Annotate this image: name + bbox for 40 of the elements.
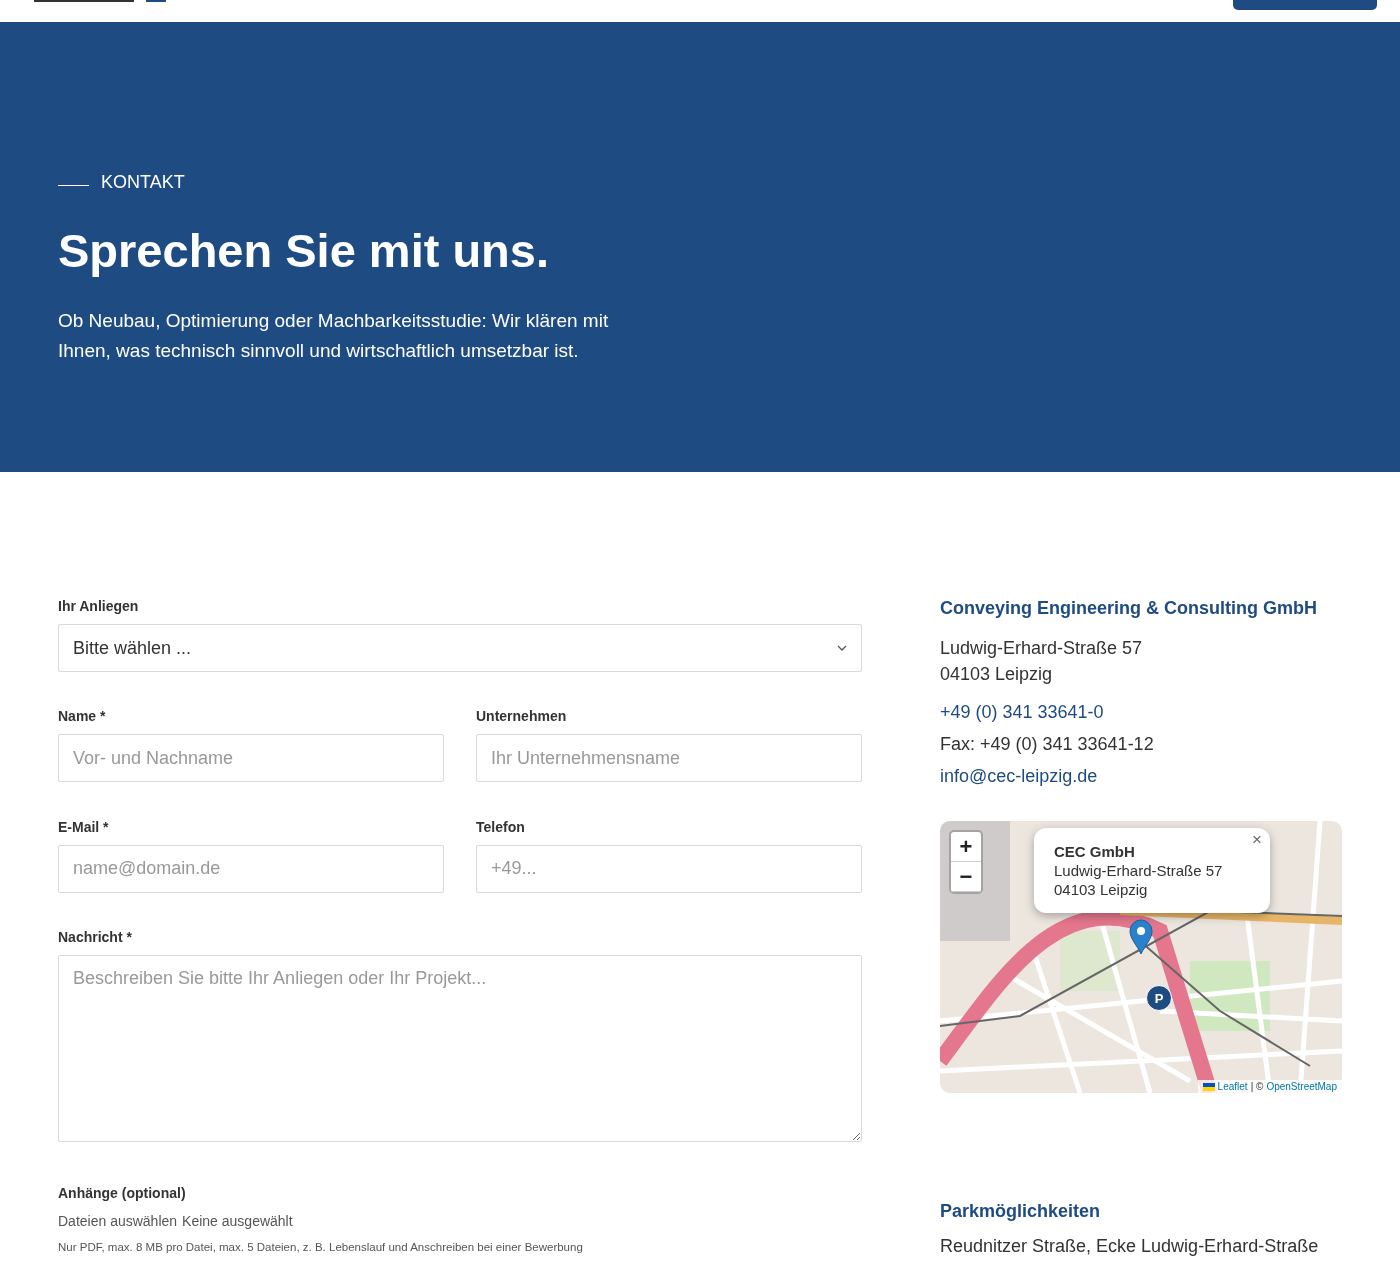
leaflet-link[interactable]: Leaflet (1217, 1081, 1248, 1092)
select-field[interactable]: Bitte wählen ... (58, 624, 862, 672)
file-select-button[interactable]: Dateien auswählen (58, 1212, 178, 1229)
field-label: Telefon (476, 818, 526, 835)
field-label: Anhänge (optional) (58, 1184, 187, 1201)
hero-title: Sprechen Sie mit uns. (58, 223, 551, 278)
city-address: 04103 Leipzig (940, 663, 1054, 686)
field-label: Name * (58, 708, 107, 725)
phone-link[interactable]: +49 (0) 341 33641-0 (940, 701, 1342, 723)
popup-city: 04103 Leipzig (1054, 880, 1149, 899)
email-link[interactable]: info@cec-leipzig.de (940, 765, 1342, 787)
field-label: Unternehmen (476, 708, 568, 725)
input-field[interactable]: Ihr Unternehmensname (476, 734, 862, 783)
attribution-separator: | © (1250, 1081, 1264, 1092)
input-field[interactable]: name@domain.de (58, 844, 444, 893)
map-pin-icon[interactable] (1129, 919, 1153, 955)
message-field[interactable]: Beschreiben Sie bitte Ihr Anliegen oder Ihr Projekt... (58, 955, 862, 1143)
parking-title: Parkmöglichkeiten (940, 1201, 1102, 1222)
parking-text: Reudnitzer Straße, Ecke Ludwig-Erhard-Straße (940, 1236, 1320, 1257)
field-label: E-Mail * (58, 818, 110, 835)
fax-number: Fax: +49 (0) 341 33641-12 (940, 733, 1155, 755)
map-widget[interactable]: + − × CEC GmbH Ludwig-Erhard-Straße 57 04103 Leipzig P Leaflet | © OpenStreetMap (940, 821, 1342, 1093)
openstreetmap-link[interactable]: OpenStreetMap (1266, 1081, 1337, 1092)
popup-street: Ludwig-Erhard-Straße 57 (1054, 861, 1224, 880)
hero-intro: Ob Neubau, Optimierung oder Machbarkeitsstudie: Wir klären mit Ihnen, was technisch sinnvoll und wirtschaftlich umsetzbar ist. (58, 309, 610, 363)
company-name: Conveying Engineering & Consulting GmbH (940, 598, 1318, 619)
section-eyebrow: KONTAKT (101, 172, 185, 193)
zoom-out-button[interactable]: − (951, 862, 981, 892)
input-field[interactable]: Vor- und Nachname (58, 734, 444, 783)
zoom-in-button[interactable]: + (951, 832, 981, 862)
street-address: Ludwig-Erhard-Straße 57 (940, 637, 1144, 660)
popup-title: CEC GmbH (1054, 842, 1136, 861)
file-status: Keine ausgewählt (182, 1212, 293, 1229)
attachment-hint: Nur PDF, max. 8 MB pro Datei, max. 5 Dateien, z. B. Lebenslauf und Anschreiben bei einer Bewerbung (58, 1240, 584, 1253)
chevron-down-icon (837, 645, 847, 651)
field-label: Ihr Anliegen (58, 598, 140, 614)
field-label: Nachricht * (58, 929, 133, 946)
input-field[interactable]: +49... (476, 844, 862, 893)
close-button[interactable]: × (1252, 830, 1262, 849)
flag-icon (1202, 1082, 1215, 1091)
